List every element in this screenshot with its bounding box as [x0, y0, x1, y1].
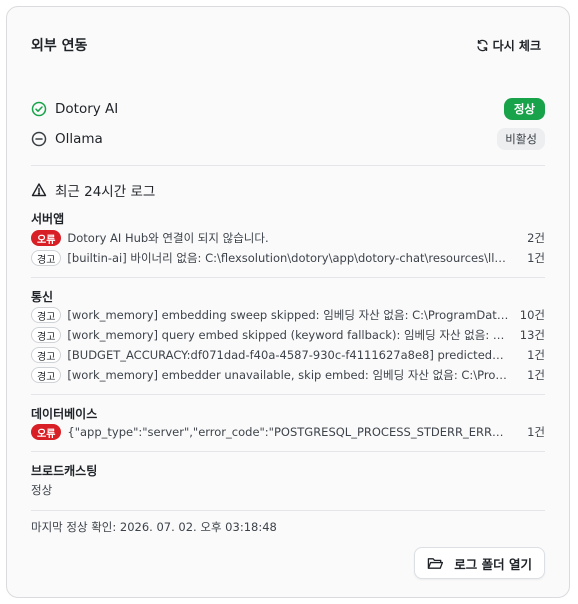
log-message: [work_memory] embedding sweep skipped: 임…	[67, 308, 511, 322]
log-row[interactable]: 경고 [work_memory] query embed skipped (ke…	[31, 326, 545, 344]
divider	[31, 451, 545, 452]
service-row-ollama: Ollama 비활성	[31, 127, 545, 151]
warning-badge: 경고	[31, 307, 62, 323]
open-log-folder-button[interactable]: 로그 폴더 열기	[414, 547, 545, 579]
warning-badge: 경고	[31, 367, 62, 383]
error-badge: 오류	[31, 424, 62, 440]
log-count: 1건	[527, 251, 545, 265]
warning-badge: 경고	[31, 250, 62, 266]
log-message: [work_memory] embedder unavailable, skip…	[67, 368, 511, 382]
logs-heading: 최근 24시간 로그	[31, 179, 155, 201]
recheck-button[interactable]: 다시 체크	[472, 33, 545, 57]
log-message: [BUDGET_ACCURACY:df071dad-f40a-4587-930c…	[67, 348, 511, 362]
warning-badge: 경고	[31, 347, 62, 363]
status-badge: 비활성	[497, 128, 545, 150]
minus-circle-icon	[31, 131, 47, 147]
log-row[interactable]: 오류 {"app_type":"server","error_code":"PO…	[31, 423, 545, 441]
section-title-server-app: 서버앱	[31, 212, 65, 226]
log-row[interactable]: 오류 Dotory AI Hub와 연결이 되지 않습니다. 2건	[31, 229, 545, 247]
error-badge: 오류	[31, 230, 62, 246]
log-message: Dotory AI Hub와 연결이 되지 않습니다.	[67, 231, 269, 245]
section-title-database: 데이터베이스	[31, 407, 98, 421]
log-row[interactable]: 경고 [work_memory] embedder unavailable, s…	[31, 366, 545, 384]
refresh-icon	[477, 39, 488, 51]
logs-heading-text: 최근 24시간 로그	[55, 184, 156, 200]
warning-triangle-icon	[31, 183, 47, 197]
open-log-folder-label: 로그 폴더 열기	[454, 556, 532, 572]
log-count: 1건	[527, 368, 545, 382]
broadcasting-status: 정상	[31, 483, 53, 497]
section-title-broadcasting: 브로드캐스팅	[31, 464, 98, 478]
service-row-dotory-ai: Dotory AI 정상	[31, 97, 545, 121]
divider	[31, 394, 545, 395]
service-name: Ollama	[55, 131, 103, 147]
log-message: [builtin-ai] 바이너리 없음: C:\flexsolution\do…	[67, 251, 511, 265]
log-count: 2건	[527, 231, 545, 245]
service-name: Dotory AI	[55, 101, 119, 117]
log-message: {"app_type":"server","error_code":"POSTG…	[67, 425, 511, 439]
log-message: [work_memory] query embed skipped (keywo…	[67, 328, 511, 342]
external-integration-panel: 외부 연동 다시 체크 Dotory AI 정상 Ollama 비활성 최근 2…	[6, 6, 570, 598]
recheck-label: 다시 체크	[492, 38, 541, 53]
log-count: 1건	[527, 425, 545, 439]
panel-title: 외부 연동	[31, 38, 88, 54]
log-count: 10건	[519, 308, 545, 322]
log-count: 1건	[527, 348, 545, 362]
check-circle-icon	[31, 101, 47, 117]
log-row[interactable]: 경고 [builtin-ai] 바이너리 없음: C:\flexsolution…	[31, 249, 545, 267]
folder-open-icon	[428, 557, 444, 569]
divider	[31, 165, 545, 166]
log-count: 13건	[519, 328, 545, 342]
last-check-text: 마지막 정상 확인: 2026. 07. 02. 오후 03:18:48	[31, 520, 277, 534]
divider	[31, 510, 545, 511]
status-badge: 정상	[503, 98, 545, 120]
log-row[interactable]: 경고 [work_memory] embedding sweep skipped…	[31, 306, 545, 324]
log-row[interactable]: 경고 [BUDGET_ACCURACY:df071dad-f40a-4587-9…	[31, 346, 545, 364]
warning-badge: 경고	[31, 327, 62, 343]
divider	[31, 277, 545, 278]
panel-header: 외부 연동 다시 체크	[31, 33, 545, 57]
section-title-communication: 통신	[31, 290, 54, 304]
